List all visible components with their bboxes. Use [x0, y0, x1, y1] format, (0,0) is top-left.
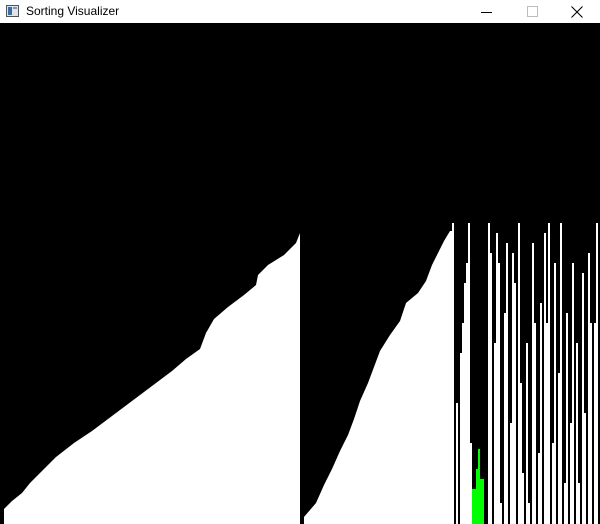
bar — [496, 233, 498, 524]
bar — [464, 283, 466, 524]
bar — [538, 453, 540, 524]
bar — [534, 323, 536, 524]
bar — [510, 423, 512, 524]
bar — [452, 223, 454, 524]
bar — [528, 503, 530, 524]
bar — [532, 243, 534, 524]
maximize-button[interactable] — [510, 0, 556, 23]
bar — [506, 243, 508, 524]
bar — [498, 263, 500, 524]
bar — [470, 443, 472, 524]
bar — [558, 373, 560, 524]
bar — [468, 223, 470, 524]
sorting-visualization — [0, 23, 600, 524]
bar — [544, 233, 546, 524]
close-button[interactable] — [554, 0, 600, 23]
bar — [564, 483, 566, 524]
bar — [560, 223, 562, 524]
bar — [460, 353, 462, 524]
bar — [548, 223, 550, 524]
maximize-icon — [527, 5, 538, 17]
bar — [554, 263, 556, 524]
bar — [488, 223, 490, 524]
bar — [500, 503, 502, 524]
bar — [456, 403, 458, 524]
bar — [578, 483, 580, 524]
bar — [546, 323, 548, 524]
canvas-area — [0, 23, 600, 524]
bar — [494, 343, 496, 524]
bar — [540, 303, 542, 524]
bar — [522, 473, 524, 524]
bar — [514, 283, 516, 524]
title-bar[interactable]: Sorting Visualizer — [0, 0, 600, 23]
close-icon — [571, 5, 583, 18]
minimize-button[interactable] — [464, 0, 510, 23]
bar — [590, 323, 592, 524]
app-window-icon — [6, 5, 19, 17]
bar — [588, 253, 590, 524]
bar — [594, 323, 596, 524]
bar — [584, 413, 586, 524]
bar — [512, 253, 514, 524]
bar — [526, 343, 528, 524]
bar — [576, 343, 578, 524]
bar — [552, 443, 554, 524]
bar — [518, 223, 520, 524]
bar — [566, 313, 568, 524]
bar — [570, 423, 572, 524]
bar — [504, 313, 506, 524]
bar — [596, 223, 598, 524]
minimize-icon — [481, 11, 492, 13]
bar — [466, 263, 468, 524]
gap-bar — [300, 231, 304, 524]
bar — [490, 253, 492, 524]
bar — [572, 263, 574, 524]
bar — [582, 273, 584, 524]
bar — [520, 383, 522, 524]
bar — [462, 323, 464, 524]
window-title: Sorting Visualizer — [26, 4, 120, 18]
